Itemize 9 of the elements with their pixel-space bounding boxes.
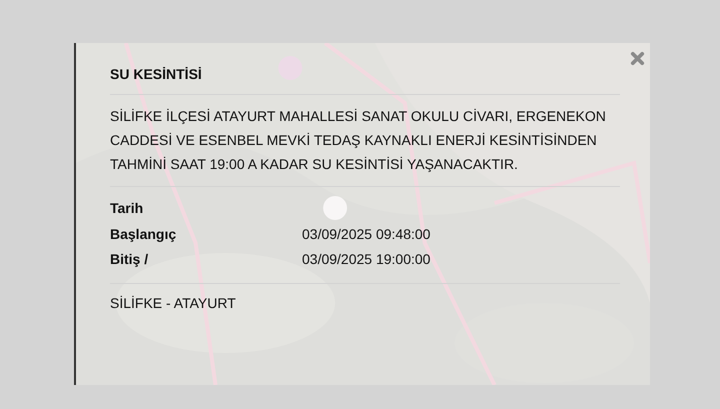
detail-label: Bitiş / xyxy=(110,250,150,269)
detail-label: Başlangıç xyxy=(110,224,178,244)
location-text: SİLİFKE - ATAYURT xyxy=(110,294,237,312)
detail-value: 03/09/2025 19:00:00 xyxy=(302,250,432,269)
close-icon[interactable] xyxy=(630,51,645,66)
detail-value: 03/09/2025 09:48:00 xyxy=(302,224,432,244)
detail-label: Tarih xyxy=(110,199,144,218)
outage-message: SİLİFKE İLÇESİ ATAYURT MAHALLESİ SANAT OKULU CİVARI, ERGENEKON CADDESİ VE ESENBEL MEVKİ TEDAŞ KAYNAKLI ENERJİ KESİNTİSİNDEN TAHMİNİ SAAT 19:00 A KADAR SU KESİNTİSİ YAŞANACAKTIR. xyxy=(110,107,607,174)
popup-title: SU KESİNTİSİ xyxy=(110,65,203,84)
